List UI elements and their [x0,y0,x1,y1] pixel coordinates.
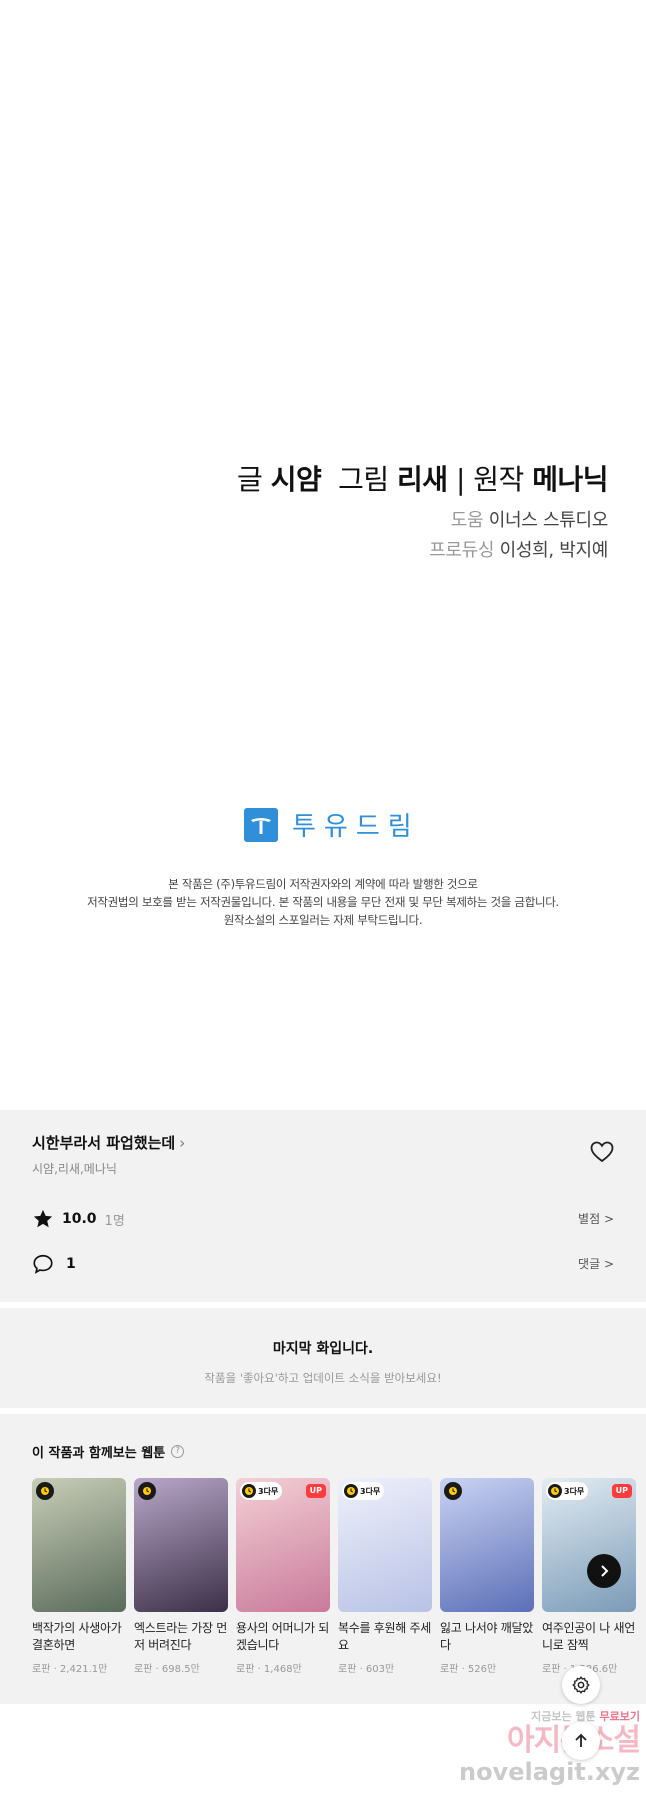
recommendation-meta: 로판 · 526만 [440,1664,497,1675]
watermark-line-1: 지금보는 웹툰 무료보기 [440,1708,640,1724]
carousel-next-button[interactable] [587,1554,621,1588]
wait-free-badge: 3다무 [546,1482,589,1500]
recommendations-heading: 이 작품과 함께보는 웹툰 ? [32,1442,185,1461]
story-label: 글 [237,463,263,496]
comment-count: 1 [66,1256,76,1272]
recommendation-meta: 로판 · 698.5만 [134,1664,200,1675]
thumbnail-badges: 3다무 [546,1482,589,1500]
clock-icon [344,1484,358,1498]
thumbnail-badges: 3다무 [342,1482,385,1500]
clock-icon [138,1482,156,1500]
assist-label: 도움 [450,510,484,531]
rating-value: 10.0 [62,1211,97,1227]
recommendation-card[interactable]: 잃고 나서야 깨달았다로판 · 526만 [440,1478,534,1675]
last-episode-subtitle: 작품을 '좋아요'하고 업데이트 소식을 받아보세요! [204,1371,442,1385]
recommendation-title[interactable]: 용사의 어머니가 되겠습니다 [236,1620,330,1654]
notice-line-3: 원작소설의 스포일러는 자제 부탁드립니다. [223,913,423,927]
clock-icon [242,1484,256,1498]
help-icon[interactable]: ? [171,1445,185,1458]
recommendations-section: 이 작품과 함께보는 웹툰 ? 백작가의 사생아가 결혼하면로판 · 2,421… [0,1414,646,1704]
watermark-text-a: 지금보는 웹툰 [531,1710,596,1723]
publisher-logo-icon [244,807,278,842]
producer-name: 이성희, 박지예 [499,540,609,561]
series-authors: 시얌,리새,메나닉 [32,1162,117,1176]
wait-free-badge: 3다무 [240,1482,283,1500]
recommendation-thumbnail[interactable]: 3다무 UP [236,1478,330,1612]
gear-icon [572,1676,590,1694]
chevron-right-icon [601,1565,609,1577]
recommendation-thumbnail[interactable] [32,1478,126,1612]
clock-icon [36,1482,54,1500]
clock-icon [444,1482,462,1500]
thumbnail-badges [138,1482,156,1500]
series-title-link[interactable]: 시한부라서 파업했는데 › [32,1132,185,1153]
recommendation-meta: 로판 · 1,468만 [236,1664,302,1675]
rate-button[interactable]: 별점 > [578,1210,614,1227]
thumbnail-badges [36,1482,54,1500]
copyright-notice: 본 작품은 (주)투유드림이 저작권자와의 계약에 따라 발행한 것으로 저작권… [0,875,646,929]
rating-count: 1명 [104,1213,125,1229]
notice-line-1: 본 작품은 (주)투유드림이 저작권자와의 계약에 따라 발행한 것으로 [168,877,478,891]
wait-free-label: 3다무 [360,1486,381,1496]
story-name: 시얌 [270,463,322,496]
recommendation-title[interactable]: 복수를 후원해 주세요 [338,1620,432,1654]
scroll-top-button[interactable] [562,1722,600,1760]
credits-block: 글 시얌 그림 리새 | 원작 메나닉 도움 이너스 스튜디오 프로듀싱 이성희… [237,458,608,562]
credits-separator: | [455,463,465,496]
thumbnail-badges: 3다무 [240,1482,283,1500]
recommendation-title[interactable]: 엑스트라는 가장 먼저 버려진다 [134,1620,228,1654]
comment-row: 1 [32,1253,76,1275]
publisher-logo: 투유드림 [244,806,420,843]
credits-assist-line: 도움 이너스 스튜디오 [237,506,609,532]
recommendation-thumbnail[interactable] [134,1478,228,1612]
credits-producer-line: 프로듀싱 이성희, 박지예 [237,536,608,562]
chevron-right-icon: › [179,1134,186,1152]
recommendation-thumbnail[interactable] [440,1478,534,1612]
recommendation-card[interactable]: 3다무 UP 용사의 어머니가 되겠습니다로판 · 1,468만 [236,1478,330,1675]
star-icon [33,1209,53,1228]
notice-line-2: 저작권법의 보호를 받는 저작권물입니다. 본 작품의 내용을 무단 전재 및 … [87,895,559,909]
thumbnail-badges [444,1482,462,1500]
wait-free-badge: 3다무 [342,1482,385,1500]
settings-button[interactable] [562,1666,600,1704]
like-heart-icon[interactable] [590,1141,614,1167]
last-episode-title: 마지막 화입니다. [272,1341,374,1357]
arrow-up-icon [575,1733,587,1747]
wait-free-label: 3다무 [564,1486,585,1496]
series-info-panel: 시한부라서 파업했는데 › 시얌,리새,메나닉 10.0 1명 별점 > 1 댓글… [0,1110,646,1302]
original-name: 메나닉 [532,463,608,496]
recommendation-title[interactable]: 잃고 나서야 깨달았다 [440,1620,534,1654]
watermark-text-b: 무료보기 [599,1710,640,1723]
recommendations-heading-text: 이 작품과 함께보는 웹툰 [32,1446,166,1461]
up-badge: UP [611,1484,632,1498]
recommendation-thumbnail[interactable]: 3다무 UP [542,1478,636,1612]
watermark-line-3: novelagit.xyz [458,1758,640,1786]
recommendation-meta: 로판 · 2,421.1만 [32,1664,108,1675]
rating-row: 10.0 1명 [32,1208,125,1230]
recommendation-list: 백작가의 사생아가 결혼하면 로판 · 2,421.1만 엑스트라는 가장 먼저 버… [32,1478,636,1675]
watermark: 지금보는 웹툰 무료보기 아지툰소설 novelagit.xyz [440,1708,641,1786]
publisher-name: 투유드림 [292,812,420,842]
recommendation-card[interactable]: 백작가의 사생아가 결혼하면로판 · 2,421.1만 [32,1478,126,1675]
watermark-line-2: 아지툰소설 [440,1724,641,1758]
series-title: 시한부라서 파업했는데 [32,1134,176,1152]
comment-bubble-icon [33,1254,53,1274]
credits-main-line: 글 시얌 그림 리새 | 원작 메나닉 [237,458,608,498]
recommendation-card[interactable]: 엑스트라는 가장 먼저 버려진다로판 · 698.5만 [134,1478,228,1675]
recommendation-title[interactable]: 여주인공이 나 새언니로 잠찍 [542,1620,636,1654]
recommendation-card[interactable]: 3다무복수를 후원해 주세요로판 · 603만 [338,1478,432,1675]
original-label: 원작 [473,463,524,496]
wait-free-label: 3다무 [258,1486,279,1496]
assist-name: 이너스 스튜디오 [488,510,609,531]
recommendation-thumbnail[interactable]: 3다무 [338,1478,432,1612]
recommendation-title[interactable]: 백작가의 사생아가 결혼하면 [32,1620,126,1654]
up-badge: UP [305,1484,326,1498]
producer-label: 프로듀싱 [429,540,495,561]
clock-icon [548,1484,562,1498]
art-label: 그림 [338,463,389,496]
comments-button[interactable]: 댓글 > [578,1255,614,1272]
art-name: 리새 [397,463,448,496]
last-episode-panel: 마지막 화입니다. 작품을 '좋아요'하고 업데이트 소식을 받아보세요! [0,1308,646,1408]
recommendation-meta: 로판 · 603만 [338,1664,395,1675]
